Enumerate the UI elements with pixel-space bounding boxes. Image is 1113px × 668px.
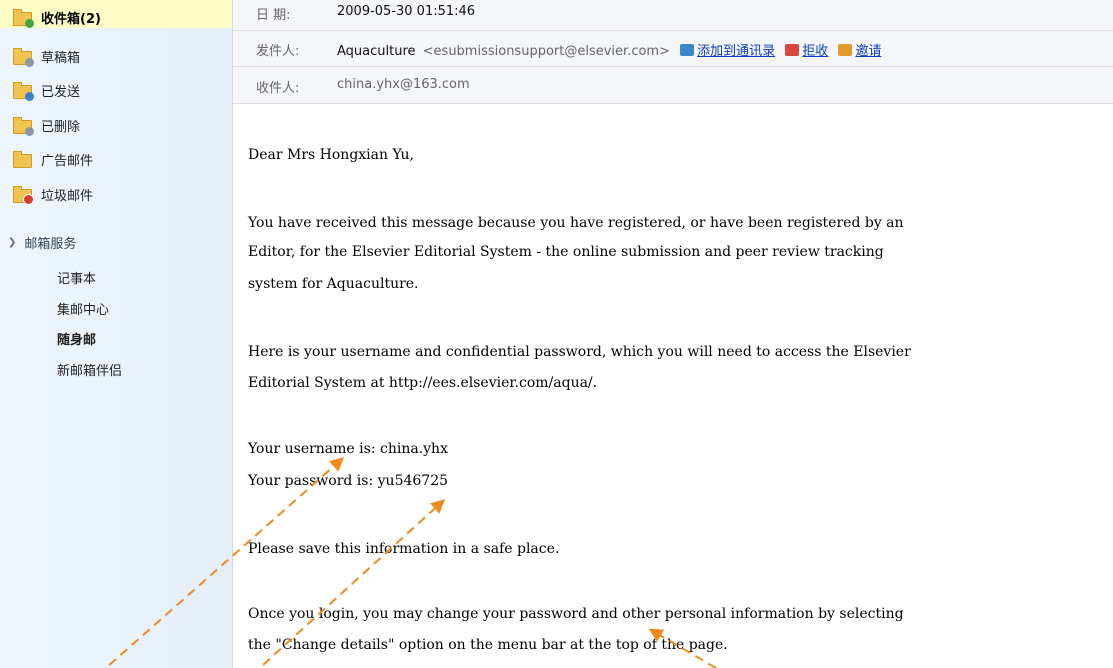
annotation-arrow	[648, 628, 717, 668]
annotation-overlay	[104, 457, 717, 668]
annotation-arrow	[104, 457, 345, 668]
annotation-arrow	[258, 499, 446, 668]
